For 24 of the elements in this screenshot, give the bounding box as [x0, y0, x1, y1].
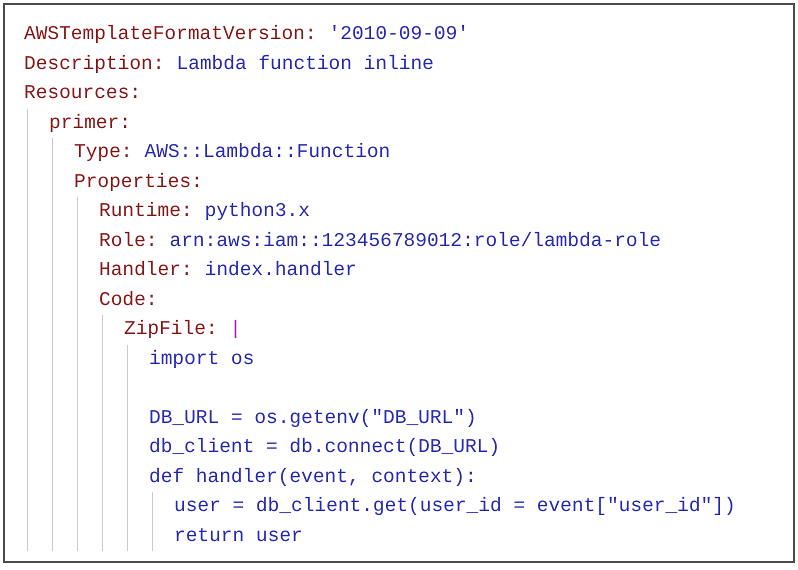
yaml-value: '2010-09-09' [328, 22, 469, 48]
yaml-key: Resources: [24, 79, 142, 108]
code-line: def handler(event, context): [149, 464, 477, 490]
code-line: user = db_client.get(user_id = event["user_id"]) [174, 494, 736, 520]
yaml-key: Role: [99, 226, 158, 256]
yaml-value: arn:aws:iam::123456789012:role/lambda-role [170, 228, 661, 254]
yaml-key: Type: [74, 138, 133, 168]
yaml-value: python3.x [204, 199, 310, 224]
yaml-key: Code: [99, 286, 158, 315]
yaml-key: Description: [24, 50, 164, 79]
code-line: return user [174, 524, 303, 549]
code-line: db_client = db.connect(DB_URL) [149, 435, 500, 460]
yaml-value: index.handler [204, 258, 357, 284]
yaml-value: AWS::Lambda::Function [144, 140, 390, 166]
yaml-key: Handler: [99, 256, 193, 286]
code-line: import os [149, 346, 254, 372]
yaml-value: Lambda function inline [176, 52, 434, 77]
yaml-key: Properties: [74, 168, 203, 197]
code-line: DB_URL = os.getenv("DB_URL") [149, 406, 477, 431]
yaml-key: Runtime: [99, 197, 193, 226]
yaml-key: AWSTemplateFormatVersion: [24, 20, 317, 50]
yaml-key: primer: [49, 108, 131, 138]
block-indicator: | [230, 317, 242, 342]
yaml-key: ZipFile: [124, 315, 218, 344]
